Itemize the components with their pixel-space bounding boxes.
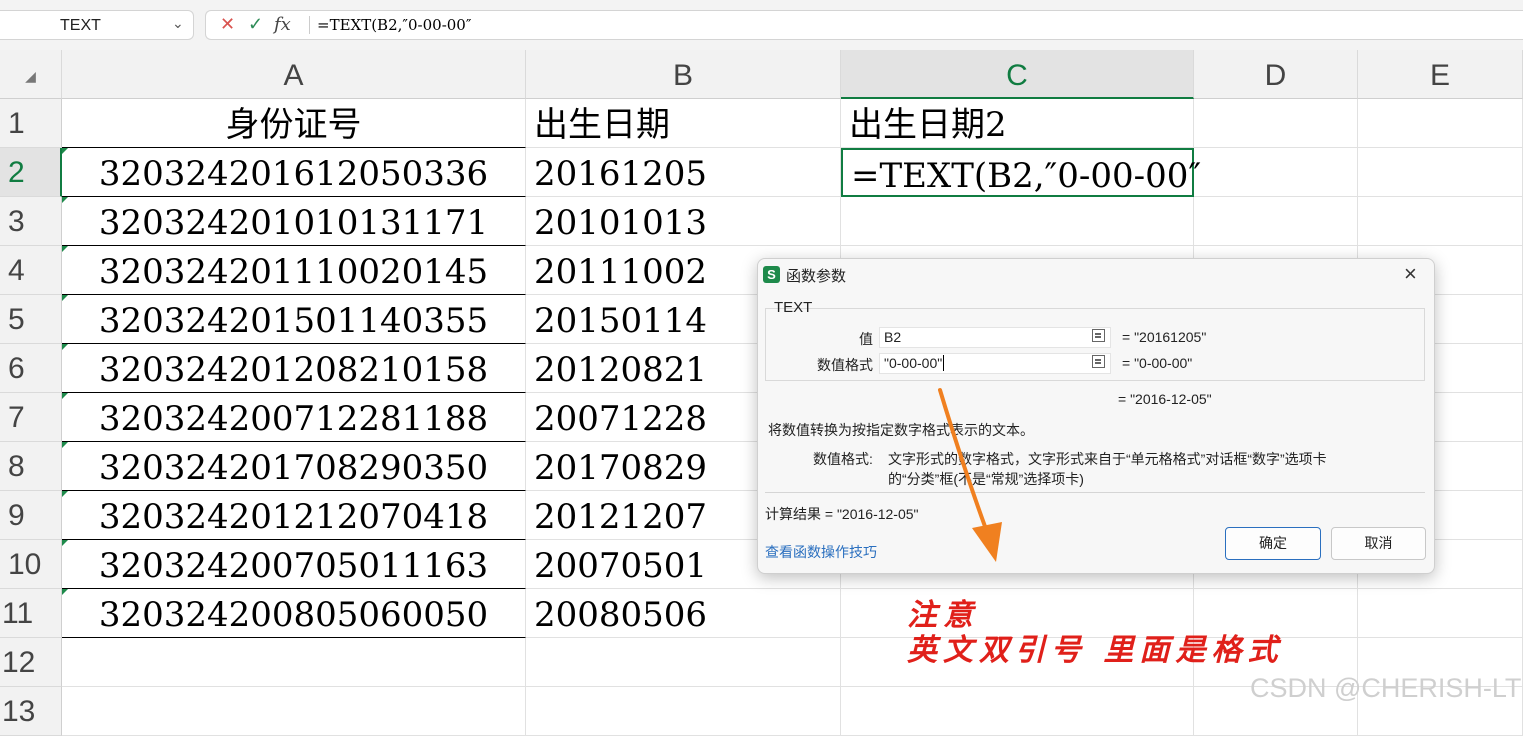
divider [765, 492, 1425, 493]
cell-e3[interactable] [1358, 197, 1523, 246]
name-box-value: TEXT [60, 17, 101, 34]
cell-b3[interactable]: 20101013 [526, 197, 841, 246]
calculation-result: 计算结果 = "2016-12-05" [765, 506, 919, 522]
cell-a6[interactable]: 320324201208210158 [62, 344, 526, 393]
param-label: 数值格式: [813, 451, 873, 467]
function-arguments-dialog: S 函数参数 × TEXT 值 B2 = "20161205" 数值格式 "0-… [757, 258, 1435, 574]
cell-a7[interactable]: 320324200712281188 [62, 393, 526, 442]
close-icon[interactable]: × [1404, 261, 1417, 287]
range-select-icon[interactable] [1092, 329, 1105, 342]
cell-e1[interactable] [1358, 99, 1523, 148]
column-header-e[interactable]: E [1358, 50, 1523, 99]
cell-a4[interactable]: 320324201110020145 [62, 246, 526, 295]
arg1-label: 值 [859, 331, 873, 347]
range-select-icon[interactable] [1092, 355, 1105, 368]
cell-b1[interactable]: 出生日期 [526, 99, 841, 148]
cell-b11[interactable]: 20080506 [526, 589, 841, 638]
cancel-icon[interactable]: ✕ [220, 14, 235, 35]
function-name: TEXT [774, 299, 813, 316]
arg2-input[interactable]: "0-00-00" [879, 353, 1111, 374]
annotation-note-body: 英文双引号 里面是格式 [907, 633, 1284, 668]
row-header-4[interactable]: 4 [0, 246, 62, 295]
row-header-6[interactable]: 6 [0, 344, 62, 393]
row-header-3[interactable]: 3 [0, 197, 62, 246]
param-description-line1: 文字形式的数字格式，文字形式来自于“单元格格式”对话框“数字”选项卡 [888, 451, 1327, 467]
arg2-result: = "0-00-00" [1122, 355, 1193, 371]
function-description: 将数值转换为按指定数字格式表示的文本。 [768, 422, 1034, 438]
arg2-value: "0-00-00" [884, 355, 943, 371]
cell-d3[interactable] [1194, 197, 1358, 246]
row-header-8[interactable]: 8 [0, 442, 62, 491]
cell-c2[interactable]: =TEXT(B2,″0-00-00″ [841, 148, 1201, 197]
name-box[interactable]: TEXT ⌄ [0, 10, 194, 40]
formula-divider [309, 16, 310, 34]
chevron-down-icon[interactable]: ⌄ [172, 15, 184, 32]
formula-text[interactable]: =TEXT(B2,″0-00-00″ [317, 16, 471, 34]
ok-button[interactable]: 确定 [1225, 527, 1321, 560]
row-header-1[interactable]: 1 [0, 99, 62, 148]
text-cursor [943, 355, 945, 371]
cell-a8[interactable]: 320324201708290350 [62, 442, 526, 491]
row-header-10[interactable]: 10 [0, 540, 62, 589]
formula-bar: TEXT ⌄ ✕ ✓ fx =TEXT(B2,″0-00-00″ [0, 0, 1523, 50]
text-number-indicator [62, 589, 68, 595]
watermark: CSDN @CHERISH-LT [1250, 673, 1522, 703]
column-header-c[interactable]: C [841, 50, 1194, 99]
text-number-indicator [62, 491, 68, 497]
function-icon[interactable]: fx [274, 14, 291, 35]
row-header-13[interactable]: 13 [0, 687, 62, 736]
cell-a12[interactable] [62, 638, 526, 687]
text-number-indicator [62, 197, 68, 203]
cell-a1[interactable]: 身份证号 [62, 99, 526, 148]
text-number-indicator [62, 442, 68, 448]
cell-b2[interactable]: 20161205 [526, 148, 841, 197]
arg1-input[interactable]: B2 [879, 327, 1111, 348]
cell-e2[interactable] [1358, 148, 1523, 197]
cell-a5[interactable]: 320324201501140355 [62, 295, 526, 344]
select-all-corner[interactable]: ◢ [0, 50, 62, 99]
cell-d1[interactable] [1194, 99, 1358, 148]
overall-result: = "2016-12-05" [1118, 391, 1212, 407]
text-number-indicator [62, 393, 68, 399]
cell-d2[interactable] [1194, 148, 1358, 197]
cell-b13[interactable] [526, 687, 841, 736]
dialog-title: 函数参数 [786, 268, 847, 285]
cell-a13[interactable] [62, 687, 526, 736]
column-header-d[interactable]: D [1194, 50, 1358, 99]
row-header-7[interactable]: 7 [0, 393, 62, 442]
row-header-9[interactable]: 9 [0, 491, 62, 540]
formula-input-area[interactable]: ✕ ✓ fx =TEXT(B2,″0-00-00″ [205, 10, 1523, 40]
param-description-line2: 的“分类”框(不是“常规”选择项卡) [888, 471, 1084, 487]
function-tips-link[interactable]: 查看函数操作技巧 [765, 542, 877, 562]
arg2-label: 数值格式 [817, 357, 873, 373]
cell-a2[interactable]: 320324201612050336 [62, 148, 526, 197]
cell-a10[interactable]: 320324200705011163 [62, 540, 526, 589]
confirm-icon[interactable]: ✓ [248, 14, 263, 35]
app-logo-icon: S [763, 266, 780, 283]
arg1-value: B2 [884, 329, 902, 345]
row-header-5[interactable]: 5 [0, 295, 62, 344]
arg1-result: = "20161205" [1122, 329, 1207, 345]
row-header-11[interactable]: 11 [0, 589, 62, 638]
cell-e11[interactable] [1358, 589, 1523, 638]
cell-c1[interactable]: 出生日期2 [841, 99, 1194, 148]
text-number-indicator [62, 295, 68, 301]
cell-b12[interactable] [526, 638, 841, 687]
text-number-indicator [62, 540, 68, 546]
text-number-indicator [62, 246, 68, 252]
column-header-b[interactable]: B [526, 50, 841, 99]
cell-c3[interactable] [841, 197, 1194, 246]
cell-a11[interactable]: 320324200805060050 [62, 589, 526, 638]
cell-c13[interactable] [841, 687, 1194, 736]
row-header-2[interactable]: 2 [0, 148, 62, 197]
cancel-button[interactable]: 取消 [1331, 527, 1426, 560]
cell-a3[interactable]: 320324201010131171 [62, 197, 526, 246]
row-header-12[interactable]: 12 [0, 638, 62, 687]
text-number-indicator [62, 148, 68, 154]
text-number-indicator [62, 344, 68, 350]
cell-a9[interactable]: 320324201212070418 [62, 491, 526, 540]
column-header-a[interactable]: A [62, 50, 526, 99]
